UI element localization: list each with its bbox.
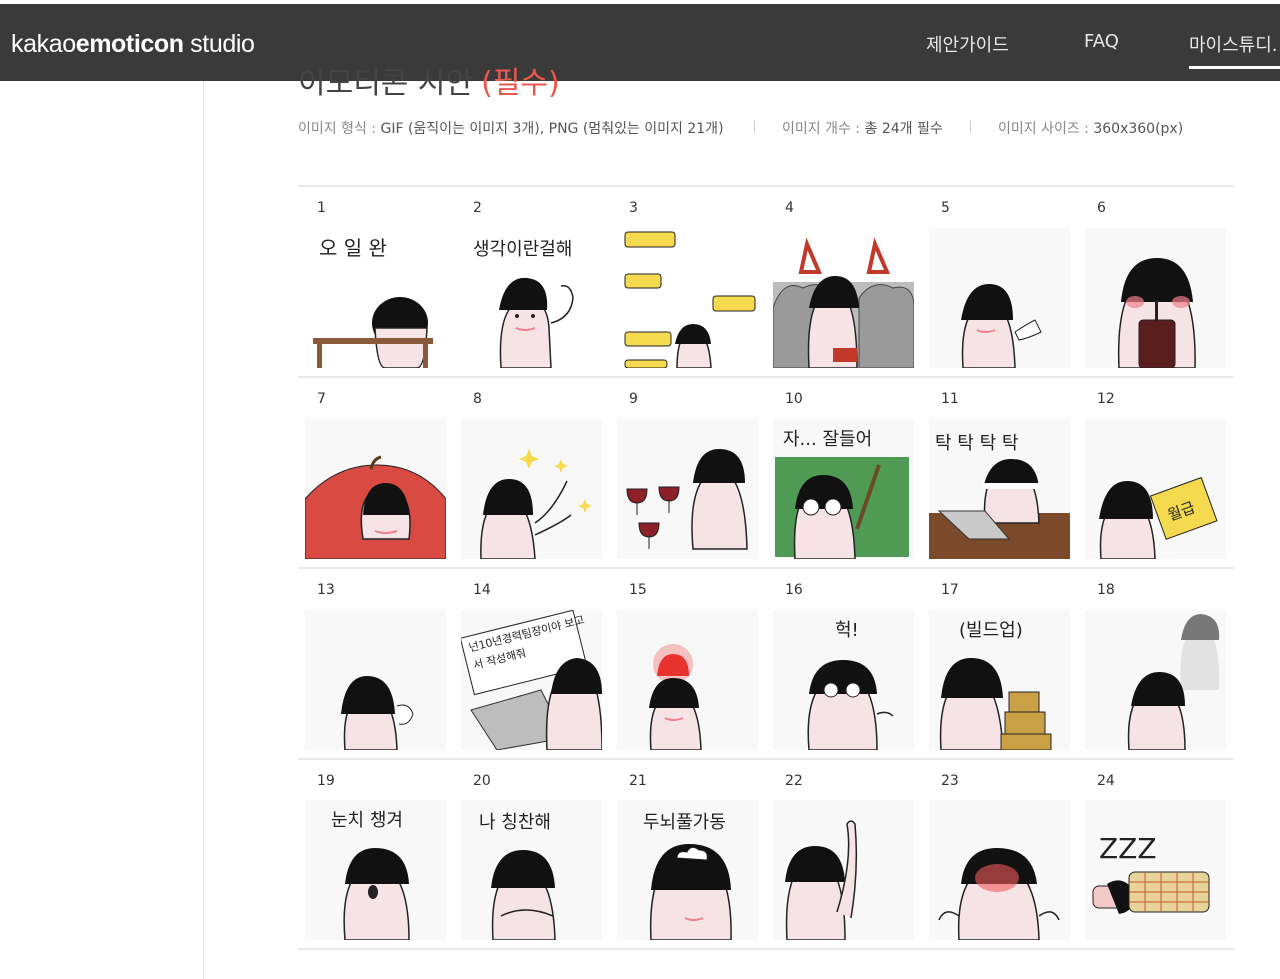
nav-proposal-guide[interactable]: 제안가이드 [926,31,1009,57]
emoticon-number: 3 [629,200,638,216]
emoticon-3-thumbnail[interactable] [617,228,758,368]
emoticon-number: 13 [317,582,335,598]
emoticon-number: 21 [629,773,647,789]
emoticon-11-thumbnail[interactable]: 탁 탁 탁 탁 [929,419,1070,559]
emoticon-number: 10 [785,391,803,407]
emoticon-8-thumbnail[interactable] [461,419,602,559]
emoticon-number: 2 [473,200,482,216]
spec-size: 이미지 사이즈 : 360x360(px) [998,121,1184,137]
emoticon-number: 11 [941,391,959,407]
emoticon-15-thumbnail[interactable] [617,610,758,750]
emoticon-7-thumbnail[interactable] [305,419,446,559]
svg-text:눈치 챙겨: 눈치 챙겨 [331,810,403,831]
emoticon-4-thumbnail[interactable] [773,228,914,368]
emoticon-number: 8 [473,391,482,407]
spec-separator [754,120,755,133]
emoticon-number: 22 [785,773,803,789]
svg-text:ZZZ: ZZZ [1099,832,1157,865]
sidebar-divider [203,81,204,979]
svg-text:자... 잘들어: 자... 잘들어 [783,429,872,450]
emoticon-21-thumbnail[interactable]: 두뇌풀가동 [617,800,758,940]
emoticon-12-thumbnail[interactable]: 월급 [1085,419,1226,559]
emoticon-number: 18 [1097,582,1115,598]
emoticon-13-thumbnail[interactable] [305,610,446,750]
emoticon-number: 5 [941,200,950,216]
emoticon-20-thumbnail[interactable]: 나 칭찬해 [461,800,602,940]
emoticon-number: 16 [785,582,803,598]
emoticon-22-thumbnail[interactable] [773,800,914,940]
emoticon-number: 23 [941,773,959,789]
nav-faq[interactable]: FAQ [1084,31,1119,52]
svg-text:나 칭찬해: 나 칭찬해 [479,812,551,833]
emoticon-number: 20 [473,773,491,789]
emoticon-10-thumbnail[interactable]: 자... 잘들어 [773,419,914,559]
emoticon-number: 15 [629,582,647,598]
brand-logo[interactable]: kakaoemoticon studio [11,30,255,59]
grid-bottom-rule [298,948,1234,950]
emoticon-number: 17 [941,582,959,598]
spec-format: 이미지 형식 : GIF (움직이는 이미지 3개), PNG (멈춰있는 이미… [298,121,724,137]
emoticon-19-thumbnail[interactable]: 눈치 챙겨 [305,800,446,940]
svg-text:생각이란걸해: 생각이란걸해 [473,239,572,260]
emoticon-number: 24 [1097,773,1115,789]
spec-separator [970,120,971,133]
emoticon-number: 6 [1097,200,1106,216]
grid-row-rule [298,758,1234,760]
emoticon-2-thumbnail[interactable]: 생각이란걸해 [461,228,602,368]
grid-top-rule [298,185,1234,187]
emoticon-17-thumbnail[interactable]: (빌드업) [929,610,1070,750]
svg-text:오 일 완: 오 일 완 [319,236,387,260]
emoticon-number: 1 [317,200,326,216]
svg-text:탁 탁 탁 탁: 탁 탁 탁 탁 [935,433,1018,454]
grid-row-rule [298,376,1234,378]
svg-text:(빌드업): (빌드업) [959,620,1023,641]
grid-row-rule [298,567,1234,569]
section-title-text: 이모티콘 시안 [298,66,474,101]
emoticon-9-thumbnail[interactable] [617,419,758,559]
required-label: (필수) [481,66,560,101]
emoticon-18-thumbnail[interactable] [1085,610,1226,750]
nav-my-studio[interactable]: 마이스튜디. [1189,31,1278,57]
emoticon-23-thumbnail[interactable] [929,800,1070,940]
svg-text:두뇌풀가동: 두뇌풀가동 [643,812,726,833]
emoticon-5-thumbnail[interactable] [929,228,1070,368]
top-header: kakaoemoticon studio 제안가이드 FAQ 마이스튜디. [0,4,1280,81]
emoticon-6-thumbnail[interactable] [1085,228,1226,368]
spec-count: 이미지 개수 : 총 24개 필수 [782,121,943,137]
emoticon-16-thumbnail[interactable]: 헉! [773,610,914,750]
section-title: 이모티콘 시안 (필수) [298,58,560,102]
emoticon-1-thumbnail[interactable]: 오 일 완 [305,228,446,368]
emoticon-number: 9 [629,391,638,407]
emoticon-14-thumbnail[interactable]: 넌10년경력팀장이야 보고서 작성해줘 [461,610,602,750]
emoticon-number: 19 [317,773,335,789]
svg-text:헉!: 헉! [835,620,859,641]
emoticon-24-thumbnail[interactable]: ZZZ [1085,800,1226,940]
emoticon-number: 4 [785,200,794,216]
emoticon-number: 14 [473,582,491,598]
emoticon-number: 7 [317,391,326,407]
nav-active-indicator [1189,66,1280,69]
emoticon-number: 12 [1097,391,1115,407]
